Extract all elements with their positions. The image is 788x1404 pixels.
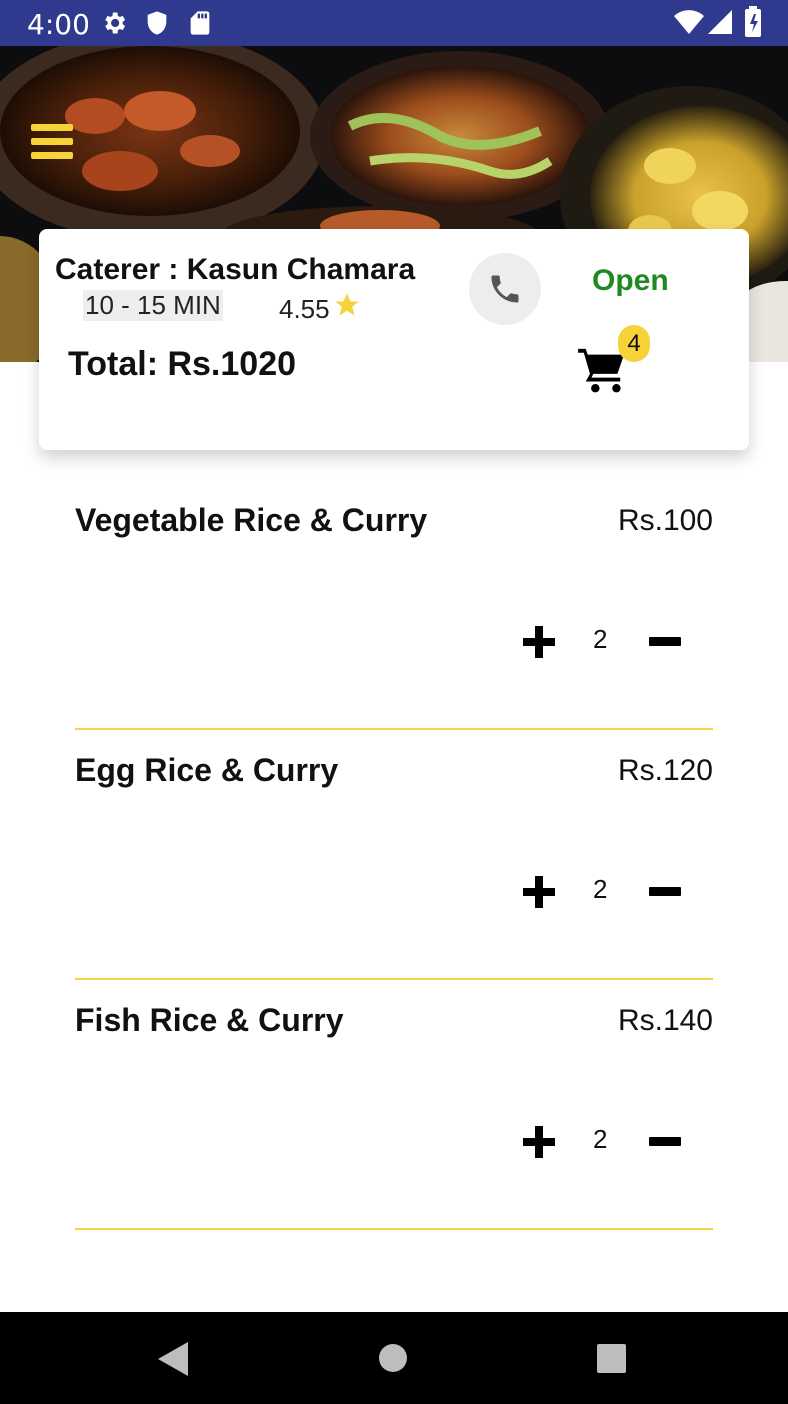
item-quantity: 2 xyxy=(593,874,608,904)
menu-item: Vegetable Rice & Curry Rs.100 2 xyxy=(75,490,713,740)
item-price: Rs.140 xyxy=(617,1004,713,1037)
plus-icon[interactable] xyxy=(523,626,555,658)
call-button[interactable] xyxy=(469,253,541,325)
order-total: Total: Rs.1020 xyxy=(68,345,297,383)
star-icon xyxy=(335,293,359,316)
sd-card-icon xyxy=(190,11,210,35)
system-nav-bar xyxy=(0,1312,788,1404)
menu-item: Egg Rice & Curry Rs.120 2 xyxy=(75,740,713,990)
item-divider xyxy=(75,978,713,980)
home-icon[interactable] xyxy=(379,1344,407,1372)
plus-icon[interactable] xyxy=(523,1126,555,1158)
item-price: Rs.100 xyxy=(617,504,713,537)
minus-icon[interactable] xyxy=(649,637,681,646)
battery-icon xyxy=(745,6,761,37)
menu-item: Fish Rice & Curry Rs.140 2 xyxy=(75,990,713,1240)
item-quantity: 2 xyxy=(593,1124,608,1154)
item-price: Rs.120 xyxy=(617,754,713,787)
menu-item-list: Vegetable Rice & Curry Rs.100 2 Egg Rice… xyxy=(75,490,713,1240)
item-divider xyxy=(75,1228,713,1230)
gear-icon xyxy=(105,12,126,34)
shield-icon xyxy=(147,11,167,35)
item-name: Egg Rice & Curry xyxy=(75,752,339,788)
cart-count-badge: 4 xyxy=(618,325,650,362)
back-icon[interactable] xyxy=(158,1342,190,1376)
signal-icon xyxy=(708,10,732,34)
item-name: Vegetable Rice & Curry xyxy=(75,502,428,538)
plus-icon[interactable] xyxy=(523,876,555,908)
status-time: 4:00 xyxy=(27,8,90,41)
open-status: Open xyxy=(592,264,669,297)
hamburger-menu-icon[interactable] xyxy=(31,124,73,160)
item-quantity: 2 xyxy=(593,624,608,654)
caterer-info-card: Caterer : Kasun Chamara 10 - 15 MIN 4.55… xyxy=(39,229,749,450)
item-divider xyxy=(75,728,713,730)
rating-value: 4.55 xyxy=(279,294,330,324)
phone-icon xyxy=(491,275,519,303)
delivery-time: 10 - 15 MIN xyxy=(83,290,223,321)
item-name: Fish Rice & Curry xyxy=(75,1002,344,1038)
minus-icon[interactable] xyxy=(649,887,681,896)
caterer-name: Caterer : Kasun Chamara xyxy=(55,253,416,286)
minus-icon[interactable] xyxy=(649,1137,681,1146)
recents-icon[interactable] xyxy=(597,1344,626,1373)
wifi-icon xyxy=(674,10,704,34)
status-bar: 4:00 xyxy=(0,0,788,46)
